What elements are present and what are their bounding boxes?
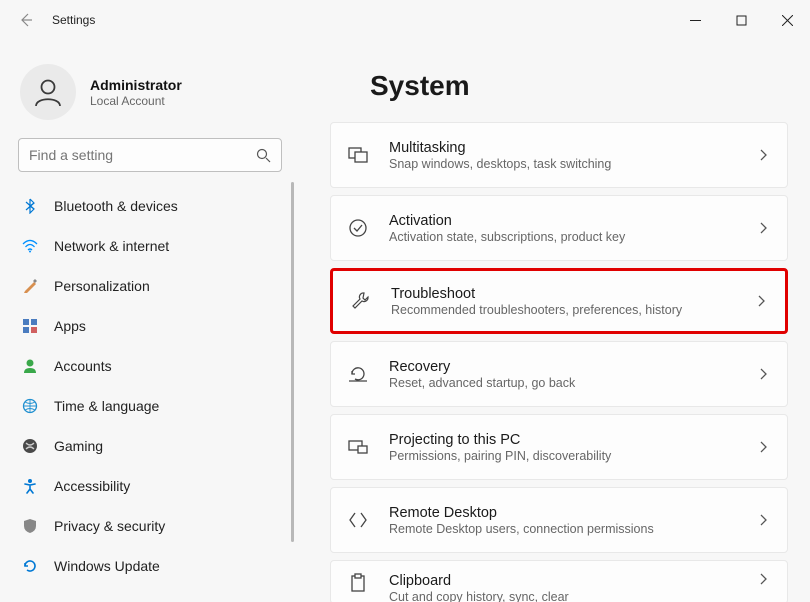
card-troubleshoot[interactable]: Troubleshoot Recommended troubleshooters… bbox=[330, 268, 788, 334]
back-button[interactable] bbox=[8, 2, 44, 38]
nav-label: Privacy & security bbox=[54, 518, 290, 534]
sidebar-item-privacy[interactable]: Privacy & security bbox=[0, 506, 300, 546]
profile-name: Administrator bbox=[90, 77, 182, 93]
card-title: Troubleshoot bbox=[391, 286, 755, 302]
page-title: System bbox=[370, 70, 788, 102]
update-icon bbox=[20, 558, 40, 574]
user-icon bbox=[31, 75, 65, 109]
card-recovery[interactable]: Recovery Reset, advanced startup, go bac… bbox=[330, 341, 788, 407]
nav-label: Personalization bbox=[54, 278, 290, 294]
nav-label: Gaming bbox=[54, 438, 290, 454]
sidebar-item-time[interactable]: Time & language bbox=[0, 386, 300, 426]
window-title: Settings bbox=[52, 13, 95, 27]
accessibility-icon bbox=[20, 478, 40, 494]
close-icon bbox=[782, 15, 793, 26]
maximize-button[interactable] bbox=[718, 4, 764, 36]
card-sub: Recommended troubleshooters, preferences… bbox=[391, 303, 755, 317]
bluetooth-icon bbox=[20, 198, 40, 214]
nav-label: Bluetooth & devices bbox=[54, 198, 290, 214]
chevron-right-icon bbox=[757, 222, 769, 234]
card-multitasking[interactable]: Multitasking Snap windows, desktops, tas… bbox=[330, 122, 788, 188]
clipboard-icon bbox=[345, 573, 371, 593]
card-sub: Remote Desktop users, connection permiss… bbox=[389, 522, 757, 536]
multitasking-icon bbox=[345, 145, 371, 165]
settings-cards: Multitasking Snap windows, desktops, tas… bbox=[330, 122, 788, 602]
card-title: Recovery bbox=[389, 359, 757, 375]
chevron-right-icon bbox=[757, 573, 769, 585]
card-sub: Activation state, subscriptions, product… bbox=[389, 230, 757, 244]
nav-label: Time & language bbox=[54, 398, 290, 414]
card-sub: Reset, advanced startup, go back bbox=[389, 376, 757, 390]
sidebar-item-accounts[interactable]: Accounts bbox=[0, 346, 300, 386]
profile-sub: Local Account bbox=[90, 94, 182, 108]
chevron-right-icon bbox=[757, 368, 769, 380]
card-title: Remote Desktop bbox=[389, 505, 757, 521]
sidebar-item-network[interactable]: Network & internet bbox=[0, 226, 300, 266]
apps-icon bbox=[20, 318, 40, 334]
close-button[interactable] bbox=[764, 4, 810, 36]
checkmark-circle-icon bbox=[345, 218, 371, 238]
main-pane: System Multitasking Snap windows, deskto… bbox=[300, 40, 810, 602]
profile-block[interactable]: Administrator Local Account bbox=[0, 50, 300, 138]
arrow-left-icon bbox=[18, 12, 34, 28]
paintbrush-icon bbox=[20, 278, 40, 294]
avatar bbox=[20, 64, 76, 120]
nav-list: Bluetooth & devices Network & internet P… bbox=[0, 182, 300, 602]
wrench-icon bbox=[347, 291, 373, 311]
minimize-icon bbox=[690, 15, 701, 26]
search-field[interactable] bbox=[29, 147, 256, 163]
shield-icon bbox=[20, 518, 40, 534]
sidebar-item-apps[interactable]: Apps bbox=[0, 306, 300, 346]
chevron-right-icon bbox=[757, 149, 769, 161]
sidebar: Administrator Local Account Bluetooth & … bbox=[0, 40, 300, 602]
remote-desktop-icon bbox=[345, 510, 371, 530]
xbox-icon bbox=[20, 438, 40, 454]
chevron-right-icon bbox=[755, 295, 767, 307]
nav-label: Apps bbox=[54, 318, 290, 334]
card-title: Multitasking bbox=[389, 140, 757, 156]
sidebar-item-update[interactable]: Windows Update bbox=[0, 546, 300, 586]
card-title: Clipboard bbox=[389, 573, 757, 589]
sidebar-item-bluetooth[interactable]: Bluetooth & devices bbox=[0, 186, 300, 226]
titlebar: Settings bbox=[0, 0, 810, 40]
card-sub: Permissions, pairing PIN, discoverabilit… bbox=[389, 449, 757, 463]
person-icon bbox=[20, 358, 40, 374]
nav-label: Network & internet bbox=[54, 238, 290, 254]
sidebar-item-accessibility[interactable]: Accessibility bbox=[0, 466, 300, 506]
globe-clock-icon bbox=[20, 398, 40, 414]
projecting-icon bbox=[345, 437, 371, 457]
card-title: Projecting to this PC bbox=[389, 432, 757, 448]
card-clipboard[interactable]: Clipboard Cut and copy history, sync, cl… bbox=[330, 560, 788, 602]
sidebar-item-personalization[interactable]: Personalization bbox=[0, 266, 300, 306]
card-activation[interactable]: Activation Activation state, subscriptio… bbox=[330, 195, 788, 261]
card-projecting[interactable]: Projecting to this PC Permissions, pairi… bbox=[330, 414, 788, 480]
search-input[interactable] bbox=[18, 138, 282, 172]
card-remote-desktop[interactable]: Remote Desktop Remote Desktop users, con… bbox=[330, 487, 788, 553]
maximize-icon bbox=[736, 15, 747, 26]
minimize-button[interactable] bbox=[672, 4, 718, 36]
nav-label: Windows Update bbox=[54, 558, 290, 574]
chevron-right-icon bbox=[757, 441, 769, 453]
nav-label: Accounts bbox=[54, 358, 290, 374]
recovery-icon bbox=[345, 364, 371, 384]
card-title: Activation bbox=[389, 213, 757, 229]
sidebar-item-gaming[interactable]: Gaming bbox=[0, 426, 300, 466]
card-sub: Snap windows, desktops, task switching bbox=[389, 157, 757, 171]
nav-label: Accessibility bbox=[54, 478, 290, 494]
card-sub: Cut and copy history, sync, clear bbox=[389, 590, 757, 602]
window-controls bbox=[672, 4, 810, 36]
chevron-right-icon bbox=[757, 514, 769, 526]
search-icon bbox=[256, 148, 271, 163]
wifi-icon bbox=[20, 238, 40, 254]
